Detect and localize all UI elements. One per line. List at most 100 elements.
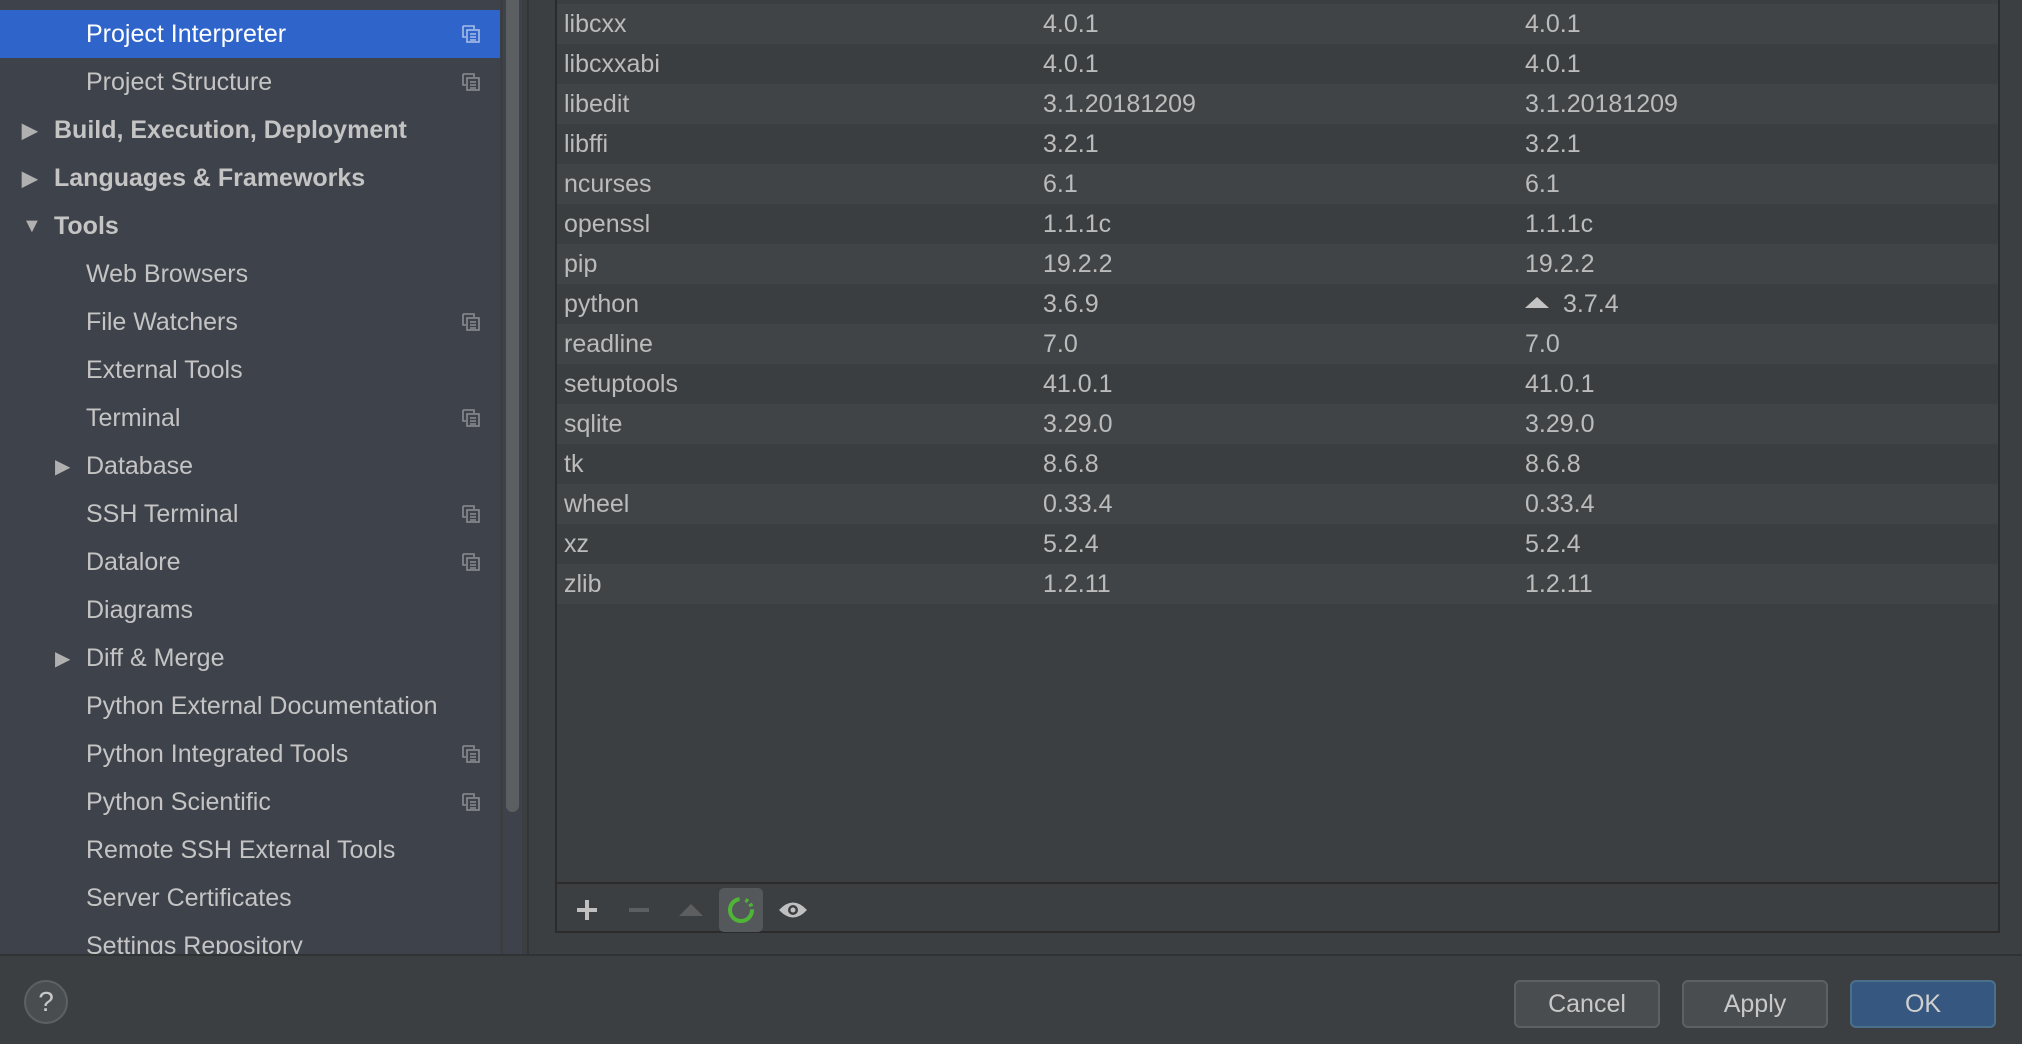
plus-icon xyxy=(577,900,597,920)
cancel-button[interactable]: Cancel xyxy=(1514,980,1660,1028)
settings-sidebar: Project Interpreter Project Structure ▶ Bui… xyxy=(0,0,500,954)
show-early-releases-button[interactable] xyxy=(771,888,815,932)
sidebar-item-ssh-terminal[interactable]: SSH Terminal xyxy=(0,490,500,538)
package-version: 4.0.1 xyxy=(1043,50,1099,78)
sidebar-item-label: Diagrams xyxy=(86,595,193,624)
packages-toolbar xyxy=(557,882,1998,932)
latest-version: 3.1.20181209 xyxy=(1525,90,1678,118)
sidebar-item-project-interpreter[interactable]: Project Interpreter xyxy=(0,10,500,58)
table-row[interactable]: readline 7.0 7.0 xyxy=(557,324,1998,364)
chevron-right-icon[interactable]: ▶ xyxy=(22,166,37,191)
refresh-button[interactable] xyxy=(719,888,763,932)
latest-version-text: 3.7.4 xyxy=(1563,290,1619,318)
project-level-icon xyxy=(462,25,480,43)
chevron-right-icon[interactable]: ▶ xyxy=(22,118,37,143)
table-row[interactable]: openssl 1.1.1c 1.1.1c xyxy=(557,204,1998,244)
sidebar-item-label: Project Structure xyxy=(86,67,273,96)
table-row[interactable]: python 3.6.9 3.7.4 xyxy=(557,284,1998,324)
sidebar-item-label: Languages & Frameworks xyxy=(54,163,366,192)
sidebar-item-diagrams[interactable]: Diagrams xyxy=(0,586,500,634)
sidebar-item-label: Build, Execution, Deployment xyxy=(54,115,407,144)
sidebar-item-label: Project Interpreter xyxy=(86,19,287,48)
sidebar-item-web-browsers[interactable]: Web Browsers xyxy=(0,250,500,298)
table-row[interactable]: tk 8.6.8 8.6.8 xyxy=(557,444,1998,484)
sidebar-item-label: Settings Repository xyxy=(86,931,303,955)
sidebar-item-label: Database xyxy=(86,451,194,480)
package-name: sqlite xyxy=(564,410,623,438)
package-name: libcxxabi xyxy=(564,50,660,78)
chevron-right-icon[interactable]: ▶ xyxy=(55,646,70,671)
install-package-button[interactable] xyxy=(565,888,609,932)
sidebar-item-label: SSH Terminal xyxy=(86,499,239,528)
chevron-down-icon[interactable]: ▼ xyxy=(22,215,42,238)
package-version: 8.6.8 xyxy=(1043,450,1099,478)
minus-icon xyxy=(629,908,649,912)
sidebar-item-label: Datalore xyxy=(86,547,181,576)
table-row[interactable]: setuptools 41.0.1 41.0.1 xyxy=(557,364,1998,404)
table-row[interactable]: wheel 0.33.4 0.33.4 xyxy=(557,484,1998,524)
sidebar-item-project-structure[interactable]: Project Structure xyxy=(0,58,500,106)
table-row[interactable]: xz 5.2.4 5.2.4 xyxy=(557,524,1998,564)
sidebar-item-build-execution-deployment[interactable]: ▶ Build, Execution, Deployment xyxy=(0,106,500,154)
help-button[interactable]: ? xyxy=(24,980,68,1024)
sidebar-item-python-integrated-tools[interactable]: Python Integrated Tools xyxy=(0,730,500,778)
table-row[interactable]: zlib 1.2.11 1.2.11 xyxy=(557,564,1998,604)
sidebar-item-label: Web Browsers xyxy=(86,259,249,288)
sidebar-item-remote-ssh-external-tools[interactable]: Remote SSH External Tools xyxy=(0,826,500,874)
sidebar-item-python-external-documentation[interactable]: Python External Documentation xyxy=(0,682,500,730)
sidebar-item-settings-repository[interactable]: Settings Repository xyxy=(0,922,500,955)
latest-version: 6.1 xyxy=(1525,170,1560,198)
sidebar-item-terminal[interactable]: Terminal xyxy=(0,394,500,442)
package-version: 7.0 xyxy=(1043,330,1078,358)
scrollbar-thumb[interactable] xyxy=(506,0,519,812)
upgrade-available-icon xyxy=(1525,297,1549,308)
table-row[interactable]: libffi 3.2.1 3.2.1 xyxy=(557,124,1998,164)
sidebar-item-label: External Tools xyxy=(86,355,243,384)
sidebar-item-languages-frameworks[interactable]: ▶ Languages & Frameworks xyxy=(0,154,500,202)
latest-version: 4.0.1 xyxy=(1525,10,1581,38)
table-row[interactable]: libedit 3.1.20181209 3.1.20181209 xyxy=(557,84,1998,124)
table-row[interactable]: ncurses 6.1 6.1 xyxy=(557,164,1998,204)
project-level-icon xyxy=(462,553,480,571)
sidebar-item-server-certificates[interactable]: Server Certificates xyxy=(0,874,500,922)
table-row[interactable]: libcxxabi 4.0.1 4.0.1 xyxy=(557,44,1998,84)
latest-version: 0.33.4 xyxy=(1525,490,1595,518)
sidebar-item-diff-merge[interactable]: ▶ Diff & Merge xyxy=(0,634,500,682)
sidebar-item-label: Python Integrated Tools xyxy=(86,739,349,768)
package-name: pip xyxy=(564,250,598,278)
eye-icon xyxy=(779,902,807,918)
table-row[interactable]: pip 19.2.2 19.2.2 xyxy=(557,244,1998,284)
apply-button[interactable]: Apply xyxy=(1682,980,1828,1028)
packages-table: libcxx 4.0.1 4.0.1 libcxxabi 4.0.1 4.0.1 libed… xyxy=(555,0,2000,933)
package-name: readline xyxy=(564,330,653,358)
upgrade-icon xyxy=(679,904,703,916)
package-name: libcxx xyxy=(564,10,627,38)
package-version: 3.2.1 xyxy=(1043,130,1099,158)
splitter[interactable] xyxy=(527,0,529,954)
sidebar-item-file-watchers[interactable]: File Watchers xyxy=(0,298,500,346)
sidebar-item-label: Tools xyxy=(54,211,119,240)
package-version: 3.6.9 xyxy=(1043,290,1099,318)
project-level-icon xyxy=(462,745,480,763)
sidebar-item-database[interactable]: ▶ Database xyxy=(0,442,500,490)
upgrade-package-button[interactable] xyxy=(669,888,713,932)
sidebar-item-tools[interactable]: ▼ Tools xyxy=(0,202,500,250)
package-version: 41.0.1 xyxy=(1043,370,1113,398)
latest-version: 4.0.1 xyxy=(1525,50,1581,78)
chevron-right-icon[interactable]: ▶ xyxy=(55,454,70,479)
uninstall-package-button[interactable] xyxy=(617,888,661,932)
table-row[interactable]: libcxx 4.0.1 4.0.1 xyxy=(557,4,1998,44)
latest-version: 3.29.0 xyxy=(1525,410,1595,438)
latest-version: 1.2.11 xyxy=(1525,570,1593,598)
latest-version: 3.2.1 xyxy=(1525,130,1581,158)
ok-button[interactable]: OK xyxy=(1850,980,1996,1028)
project-level-icon xyxy=(462,313,480,331)
sidebar-scrollbar[interactable] xyxy=(503,0,522,954)
package-version: 3.29.0 xyxy=(1043,410,1113,438)
package-version: 1.2.11 xyxy=(1043,570,1111,598)
sidebar-item-datalore[interactable]: Datalore xyxy=(0,538,500,586)
sidebar-item-label: Python Scientific xyxy=(86,787,271,816)
table-row[interactable]: sqlite 3.29.0 3.29.0 xyxy=(557,404,1998,444)
sidebar-item-external-tools[interactable]: External Tools xyxy=(0,346,500,394)
sidebar-item-python-scientific[interactable]: Python Scientific xyxy=(0,778,500,826)
